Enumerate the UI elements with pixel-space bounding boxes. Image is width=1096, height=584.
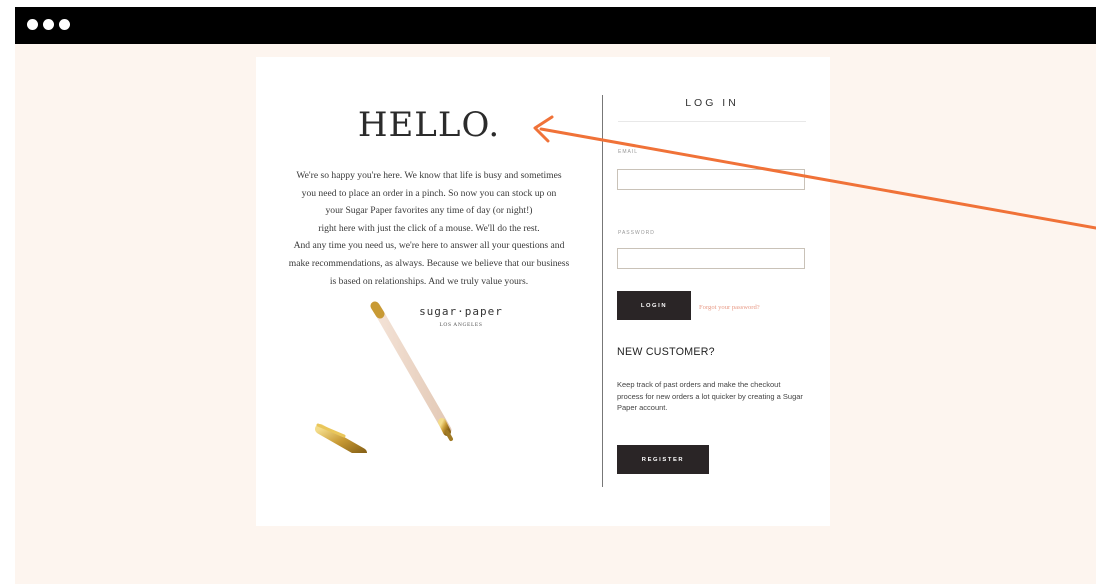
welcome-line: is based on relationships. And we truly …: [329, 275, 529, 287]
login-card: HELLO. We're so happy you're here. We kn…: [256, 57, 830, 526]
welcome-line: you need to place an order in a pinch. S…: [301, 187, 557, 199]
welcome-line: And any time you need us, we're here to …: [293, 240, 565, 252]
login-title: LOG IN: [685, 97, 739, 109]
register-button[interactable]: REGISTER: [617, 445, 709, 474]
password-field[interactable]: [617, 248, 805, 269]
browser-frame: HELLO. We're so happy you're here. We kn…: [15, 7, 1096, 584]
window-control-dot[interactable]: [59, 19, 70, 30]
hello-heading: HELLO.: [357, 105, 501, 145]
window-control-dot[interactable]: [27, 19, 38, 30]
welcome-line: your Sugar Paper favorites any time of d…: [325, 205, 533, 217]
login-button[interactable]: LOGIN: [617, 291, 691, 320]
email-field[interactable]: [617, 169, 805, 190]
password-label: PASSWORD: [618, 230, 655, 236]
forgot-password-link[interactable]: Forgot your password?: [699, 304, 760, 311]
welcome-paragraph: We're so happy you're here. We know that…: [284, 167, 574, 290]
welcome-line: make recommendations, as always. Because…: [288, 257, 570, 269]
new-customer-title: NEW CUSTOMER?: [617, 346, 715, 358]
email-label: EMAIL: [618, 149, 639, 155]
new-customer-text: Keep track of past orders and make the c…: [617, 380, 803, 413]
welcome-line: right here with just the click of a mous…: [318, 222, 540, 234]
column-divider: [602, 95, 603, 487]
window-titlebar: [15, 7, 1096, 44]
login-divider: [618, 121, 806, 122]
welcome-line: We're so happy you're here. We know that…: [296, 170, 562, 181]
pen-illustration: [315, 301, 453, 453]
window-control-dot[interactable]: [43, 19, 54, 30]
